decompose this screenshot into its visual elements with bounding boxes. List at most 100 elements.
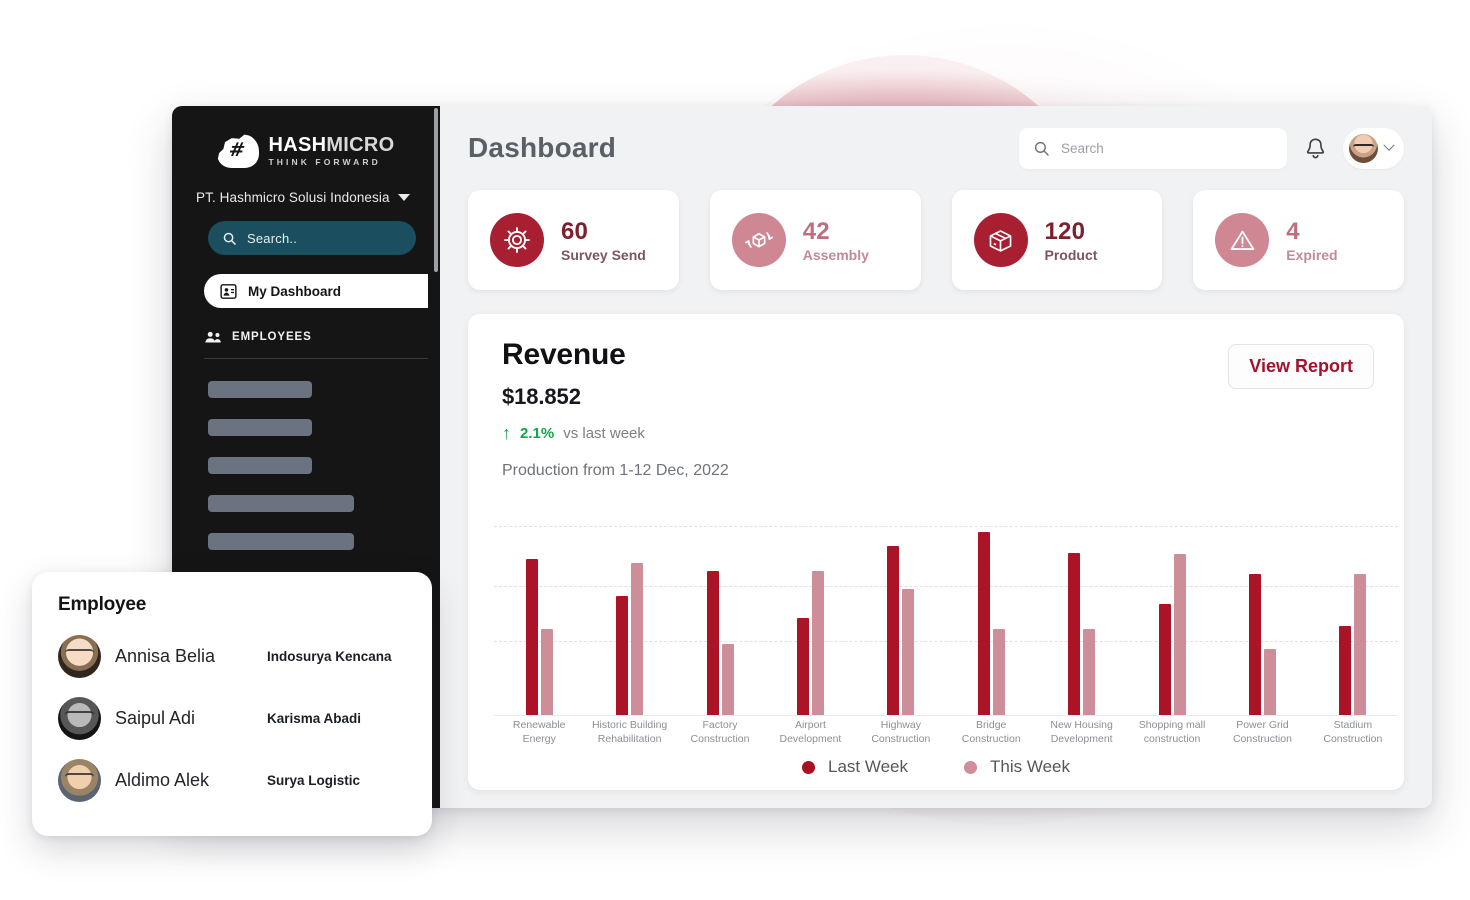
stat-card-row: 60 Survey Send 42 Assembly 120 Product 4…	[468, 190, 1404, 290]
bar-this-week[interactable]	[540, 628, 553, 715]
bar-last-week[interactable]	[977, 531, 990, 715]
bar-last-week[interactable]	[525, 559, 538, 715]
revenue-subtitle: Production from 1-12 Dec, 2022	[502, 462, 729, 479]
x-axis-label: Shopping mall construction	[1138, 719, 1206, 745]
sidebar-scrollbar[interactable]	[434, 108, 438, 272]
skeleton-item	[208, 457, 312, 474]
bar-last-week[interactable]	[616, 595, 629, 715]
stat-value: 120	[1044, 217, 1086, 245]
legend-item-this-week[interactable]: This Week	[964, 757, 1070, 777]
view-report-button[interactable]: View Report	[1228, 344, 1374, 389]
avatar	[58, 759, 101, 802]
brand-logo: # HASHMICRO THINK FORWARD	[172, 106, 440, 172]
bar-group	[584, 526, 674, 715]
employee-card: Employee Annisa Belia Indosurya Kencana …	[32, 572, 432, 836]
sidebar-section-employees[interactable]: EMPLOYEES	[204, 330, 428, 359]
sidebar-skeleton-list	[172, 359, 440, 550]
main-content: Dashboard Search 60 Survey Send 42 Assem…	[440, 106, 1432, 808]
bar-this-week[interactable]	[811, 570, 824, 715]
legend-swatch-icon	[964, 760, 977, 774]
x-axis-label: Highway Construction	[871, 719, 931, 745]
bar-this-week[interactable]	[1354, 574, 1367, 715]
sidebar-item-label: My Dashboard	[248, 283, 342, 299]
notifications-button[interactable]	[1301, 133, 1329, 163]
bar-this-week[interactable]	[721, 644, 734, 715]
bar-groups	[494, 526, 1398, 715]
bar-this-week[interactable]	[992, 628, 1005, 715]
bar-this-week[interactable]	[631, 562, 644, 715]
search-icon	[1034, 141, 1049, 156]
x-axis-label: Stadium Construction	[1323, 719, 1383, 745]
hashmicro-cloud-icon: #	[217, 134, 260, 168]
chevron-down-icon	[1383, 139, 1395, 151]
revenue-bar-chart	[494, 526, 1398, 716]
bar-group	[1127, 526, 1217, 715]
legend-swatch-icon	[801, 760, 815, 774]
legend-label: Last Week	[827, 757, 908, 776]
bar-group	[1308, 526, 1398, 715]
bar-this-week[interactable]	[1173, 554, 1186, 715]
search-placeholder: Search	[1061, 140, 1104, 156]
brand-tagline: THINK FORWARD	[268, 157, 381, 168]
revenue-amount: $18.852	[502, 384, 581, 409]
bar-last-week[interactable]	[1068, 553, 1081, 715]
revenue-header: Revenue $18.852 ↑ 2.1% vs last week Prod…	[502, 338, 1374, 480]
employee-company: Surya Logistic	[267, 773, 361, 788]
bar-last-week[interactable]	[1158, 603, 1171, 715]
sidebar-search-placeholder: Search..	[247, 230, 298, 246]
stat-label: Expired	[1286, 246, 1338, 263]
company-selector[interactable]: PT. Hashmicro Solusi Indonesia	[172, 172, 440, 205]
employee-company: Karisma Abadi	[267, 711, 362, 726]
skeleton-item	[208, 381, 312, 398]
arrow-up-icon: ↑	[502, 423, 511, 443]
profile-menu-button[interactable]	[1343, 127, 1404, 169]
page-title: Dashboard	[468, 132, 617, 163]
stat-card-survey-send[interactable]: 60 Survey Send	[468, 190, 679, 290]
skeleton-item	[208, 533, 354, 550]
bar-this-week[interactable]	[1083, 628, 1096, 715]
recycle-box-icon	[731, 213, 786, 267]
bell-icon	[1306, 138, 1324, 158]
x-axis-line	[494, 715, 1398, 716]
sidebar-item-my-dashboard[interactable]: My Dashboard	[204, 274, 428, 308]
x-axis-label: Airport Development	[779, 719, 842, 745]
stat-card-assembly[interactable]: 42 Assembly	[709, 190, 921, 290]
search-icon	[223, 232, 236, 245]
revenue-title: Revenue	[502, 338, 626, 371]
x-axis-labels: Renewable Energy Historic Building Rehabili…	[494, 718, 1398, 746]
bar-this-week[interactable]	[1263, 648, 1276, 715]
list-item[interactable]: Annisa Belia Indosurya Kencana	[58, 635, 406, 678]
bar-this-week[interactable]	[902, 588, 915, 715]
avatar	[58, 635, 101, 678]
x-axis-label: Historic Building Rehabilitation	[591, 719, 668, 745]
legend-label: This Week	[990, 757, 1070, 776]
screenshot-root: # HASHMICRO THINK FORWARD PT. Hashmicro …	[0, 0, 1470, 900]
bar-group	[946, 526, 1036, 715]
avatar	[1349, 133, 1378, 163]
bar-last-week[interactable]	[1248, 574, 1261, 715]
sidebar-search-input[interactable]: Search..	[208, 221, 416, 255]
legend-item-last-week[interactable]: Last Week	[801, 757, 908, 777]
stat-card-product[interactable]: 120 Product	[951, 190, 1163, 290]
search-input[interactable]: Search	[1019, 127, 1287, 169]
box-icon	[973, 213, 1028, 267]
bar-last-week[interactable]	[706, 570, 719, 715]
stat-label: Product	[1044, 246, 1098, 263]
list-item[interactable]: Saipul Adi Karisma Abadi	[58, 697, 406, 740]
stat-card-expired[interactable]: 4 Expired	[1193, 190, 1404, 290]
bar-group	[1036, 526, 1126, 715]
bar-last-week[interactable]	[796, 618, 809, 715]
revenue-delta-pct: 2.1%	[520, 424, 555, 442]
employee-name: Annisa Belia	[115, 646, 216, 666]
list-item[interactable]: Aldimo Alek Surya Logistic	[58, 759, 406, 802]
x-axis-label: New Housing Development	[1050, 719, 1113, 745]
avatar	[58, 697, 101, 740]
x-axis-label: Power Grid Construction	[1232, 719, 1292, 745]
dashboard-icon	[220, 283, 237, 299]
bar-last-week[interactable]	[887, 546, 900, 715]
revenue-delta-compare: vs last week	[563, 424, 645, 442]
topbar: Dashboard Search	[468, 106, 1404, 190]
revenue-panel: Revenue $18.852 ↑ 2.1% vs last week Prod…	[468, 314, 1404, 790]
bar-group	[675, 526, 765, 715]
bar-last-week[interactable]	[1339, 626, 1352, 715]
